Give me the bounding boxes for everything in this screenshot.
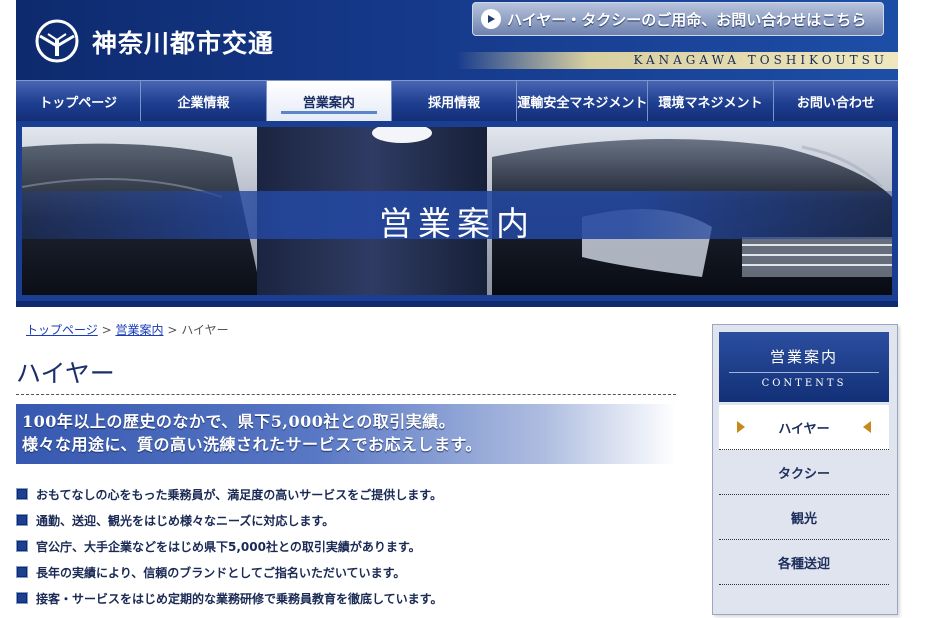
breadcrumb: トップページ > 営業案内 > ハイヤー	[26, 321, 229, 338]
site-header: 神奈川都市交通 ハイヤー・タクシーのご用命、お問い合わせはこちら KANAGAW…	[16, 0, 898, 80]
lead-banner: 100年以上の歴史のなかで、県下5,000社との取引実績。 様々な用途に、質の高…	[16, 404, 676, 464]
nav-item-environment[interactable]: 環境マネジメント	[648, 81, 774, 121]
triangle-left-icon	[863, 421, 871, 433]
sidebar-header-divider	[729, 372, 879, 373]
bullet-square-icon	[16, 540, 28, 552]
bullet-square-icon	[16, 592, 28, 604]
inquiry-button[interactable]: ハイヤー・タクシーのご用命、お問い合わせはこちら	[472, 2, 884, 36]
nav-item-top[interactable]: トップページ	[16, 81, 142, 121]
list-item: 通勤、送迎、観光をはじめ様々なニーズに対応します。	[16, 507, 696, 533]
bullet-square-icon	[16, 514, 28, 526]
sidebar-item-transfer[interactable]: 各種送迎	[719, 540, 889, 585]
sidebar-item-taxi[interactable]: タクシー	[719, 450, 889, 495]
nav-item-business[interactable]: 営業案内	[266, 81, 392, 121]
sidebar-contents: 営業案内 CONTENTS ハイヤー タクシー 観光 各種送迎	[712, 324, 898, 615]
page-title: ハイヤー	[16, 354, 676, 395]
breadcrumb-separator: >	[101, 323, 112, 337]
bullet-square-icon	[16, 488, 28, 500]
bullet-square-icon	[16, 566, 28, 578]
breadcrumb-link-top[interactable]: トップページ	[26, 323, 98, 337]
breadcrumb-separator: >	[167, 323, 178, 337]
hero-title: 営業案内	[379, 204, 535, 243]
hero-bottom-border	[16, 301, 898, 307]
sidebar-header: 営業案内 CONTENTS	[719, 332, 889, 402]
play-circle-icon	[481, 9, 501, 29]
sidebar-item-sightseeing[interactable]: 観光	[719, 495, 889, 540]
hero-banner: 営業案内	[16, 121, 898, 307]
breadcrumb-link-business[interactable]: 営業案内	[115, 323, 163, 337]
list-item: 官公庁、大手企業などをはじめ県下5,000社との取引実績があります。	[16, 533, 696, 559]
feature-list: おもてなしの心をもった乗務員が、満足度の高いサービスをご提供します。 通勤、送迎…	[16, 481, 696, 611]
inquiry-label: ハイヤー・タクシーのご用命、お問い合わせはこちら	[507, 10, 867, 29]
list-item: 接客・サービスをはじめ定期的な業務研修で乗務員教育を徹底しています。	[16, 585, 696, 611]
nav-item-contact[interactable]: お問い合わせ	[773, 81, 898, 121]
sidebar-item-hire[interactable]: ハイヤー	[719, 405, 889, 450]
nav-item-company[interactable]: 企業情報	[141, 81, 267, 121]
logo-emblem-icon[interactable]	[34, 18, 80, 64]
brand-english-name: KANAGAWA TOSHIKOUTSU	[633, 53, 888, 67]
hero-image: 営業案内	[22, 127, 892, 295]
nav-item-safety[interactable]: 運輸安全マネジメント	[517, 81, 649, 121]
sidebar-subtitle: CONTENTS	[761, 378, 847, 389]
lead-line-1: 100年以上の歴史のなかで、県下5,000社との取引実績。	[22, 412, 456, 431]
list-item: 長年の実績により、信頼のブランドとしてご指名いただいています。	[16, 559, 696, 585]
nav-item-recruit[interactable]: 採用情報	[391, 81, 518, 121]
lead-line-2: 様々な用途に、質の高い洗練されたサービスでお応えします。	[22, 435, 482, 454]
sidebar-title: 営業案内	[769, 348, 838, 366]
sidebar-menu: ハイヤー タクシー 観光 各種送迎	[719, 405, 889, 585]
breadcrumb-current: ハイヤー	[181, 323, 229, 337]
global-nav: トップページ 企業情報 営業案内 採用情報 運輸安全マネジメント 環境マネジメン…	[16, 80, 898, 121]
list-item: おもてなしの心をもった乗務員が、満足度の高いサービスをご提供します。	[16, 481, 696, 507]
triangle-right-icon	[737, 421, 745, 433]
logo-text[interactable]: 神奈川都市交通	[92, 24, 274, 60]
